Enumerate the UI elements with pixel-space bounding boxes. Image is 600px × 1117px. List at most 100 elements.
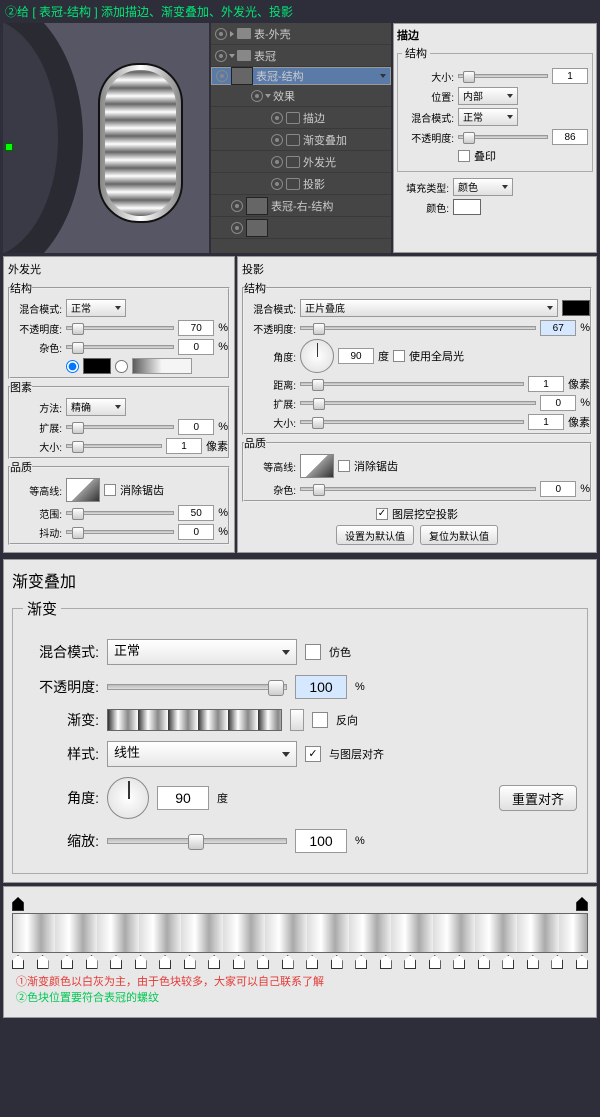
technique-select[interactable]: 精确 <box>66 398 126 416</box>
layer-row[interactable]: 表冠-右-结构 <box>211 195 391 217</box>
dropdown-arrow-icon[interactable] <box>290 709 304 731</box>
blend-select[interactable]: 正常 <box>107 639 297 665</box>
jitter-input[interactable] <box>178 524 214 540</box>
angle-input[interactable] <box>338 348 374 364</box>
visibility-icon[interactable] <box>271 134 283 146</box>
scale-input[interactable] <box>295 829 347 853</box>
layer-row[interactable] <box>211 217 391 239</box>
distance-input[interactable] <box>528 376 564 392</box>
noise-slider[interactable] <box>300 487 536 491</box>
visibility-icon[interactable] <box>271 112 283 124</box>
spread-input[interactable] <box>178 419 214 435</box>
effect-item[interactable]: 外发光 <box>211 151 391 173</box>
range-input[interactable] <box>178 505 214 521</box>
range-slider[interactable] <box>66 511 174 515</box>
gradient-radio[interactable] <box>115 360 128 373</box>
opacity-input[interactable] <box>295 675 347 699</box>
color-stop[interactable] <box>576 955 588 969</box>
color-stop[interactable] <box>257 955 269 969</box>
contour-picker[interactable] <box>66 478 100 502</box>
visibility-icon[interactable] <box>215 50 227 62</box>
visibility-icon[interactable] <box>271 156 283 168</box>
spread-slider[interactable] <box>300 401 536 405</box>
color-stop[interactable] <box>208 955 220 969</box>
chevron-down-icon[interactable] <box>229 54 235 58</box>
color-stop[interactable] <box>233 955 245 969</box>
scale-slider[interactable] <box>107 838 287 844</box>
opacity-stop[interactable] <box>576 897 588 911</box>
color-stop[interactable] <box>184 955 196 969</box>
jitter-slider[interactable] <box>66 530 174 534</box>
angle-dial[interactable] <box>107 777 149 819</box>
layer-row-selected[interactable]: 表冠-结构 <box>211 67 391 85</box>
color-swatch[interactable] <box>562 300 590 316</box>
color-stop[interactable] <box>110 955 122 969</box>
gradient-bar[interactable] <box>12 913 588 953</box>
filltype-select[interactable]: 颜色 <box>453 178 513 196</box>
noise-input[interactable] <box>540 481 576 497</box>
color-stop[interactable] <box>551 955 563 969</box>
color-stop[interactable] <box>355 955 367 969</box>
color-stop[interactable] <box>306 955 318 969</box>
angle-input[interactable] <box>157 786 209 810</box>
antialias-checkbox[interactable] <box>338 460 350 472</box>
color-stop[interactable] <box>61 955 73 969</box>
gradient-picker[interactable] <box>107 709 282 731</box>
visibility-icon[interactable] <box>231 200 243 212</box>
color-stop[interactable] <box>527 955 539 969</box>
size-slider[interactable] <box>66 444 162 448</box>
blend-select[interactable]: 正常 <box>66 299 126 317</box>
color-stop[interactable] <box>86 955 98 969</box>
spread-slider[interactable] <box>66 425 174 429</box>
color-stop[interactable] <box>429 955 441 969</box>
knockout-checkbox[interactable] <box>376 508 388 520</box>
spread-input[interactable] <box>540 395 576 411</box>
reverse-checkbox[interactable] <box>312 712 328 728</box>
contour-picker[interactable] <box>300 454 334 478</box>
reset-align-button[interactable]: 重置对齐 <box>499 785 577 811</box>
color-stop[interactable] <box>37 955 49 969</box>
opacity-input[interactable] <box>540 320 576 336</box>
visibility-icon[interactable] <box>271 178 283 190</box>
chevron-right-icon[interactable] <box>230 31 234 37</box>
blend-select[interactable]: 正片叠底 <box>300 299 558 317</box>
effect-item[interactable]: 描边 <box>211 107 391 129</box>
distance-slider[interactable] <box>300 382 524 386</box>
color-stop[interactable] <box>453 955 465 969</box>
color-radio[interactable] <box>66 360 79 373</box>
color-swatch[interactable] <box>83 358 111 374</box>
color-stop[interactable] <box>502 955 514 969</box>
opacity-input[interactable] <box>178 320 214 336</box>
effects-row[interactable]: 效果 <box>211 85 391 107</box>
noise-input[interactable] <box>178 339 214 355</box>
color-stop[interactable] <box>12 955 24 969</box>
effect-item[interactable]: 投影 <box>211 173 391 195</box>
position-select[interactable]: 内部 <box>458 87 518 105</box>
color-stop[interactable] <box>159 955 171 969</box>
opacity-stop[interactable] <box>12 897 24 911</box>
blend-select[interactable]: 正常 <box>458 108 518 126</box>
opacity-input[interactable] <box>552 129 588 145</box>
size-slider[interactable] <box>300 420 524 424</box>
color-stop[interactable] <box>331 955 343 969</box>
opacity-slider[interactable] <box>458 135 548 139</box>
gradient-swatch[interactable] <box>132 358 192 374</box>
effect-item[interactable]: 渐变叠加 <box>211 129 391 151</box>
chevron-down-icon[interactable] <box>265 94 271 98</box>
size-input[interactable] <box>552 68 588 84</box>
style-select[interactable]: 线性 <box>107 741 297 767</box>
opacity-slider[interactable] <box>66 326 174 330</box>
color-stop[interactable] <box>380 955 392 969</box>
dither-checkbox[interactable] <box>305 644 321 660</box>
noise-slider[interactable] <box>66 345 174 349</box>
color-stop[interactable] <box>404 955 416 969</box>
size-input[interactable] <box>528 414 564 430</box>
overprint-checkbox[interactable] <box>458 150 470 162</box>
antialias-checkbox[interactable] <box>104 484 116 496</box>
color-stop[interactable] <box>282 955 294 969</box>
angle-dial[interactable] <box>300 339 334 373</box>
color-stop[interactable] <box>478 955 490 969</box>
visibility-icon[interactable] <box>251 90 263 102</box>
layer-group-row[interactable]: 表冠 <box>211 45 391 67</box>
global-light-checkbox[interactable] <box>393 350 405 362</box>
